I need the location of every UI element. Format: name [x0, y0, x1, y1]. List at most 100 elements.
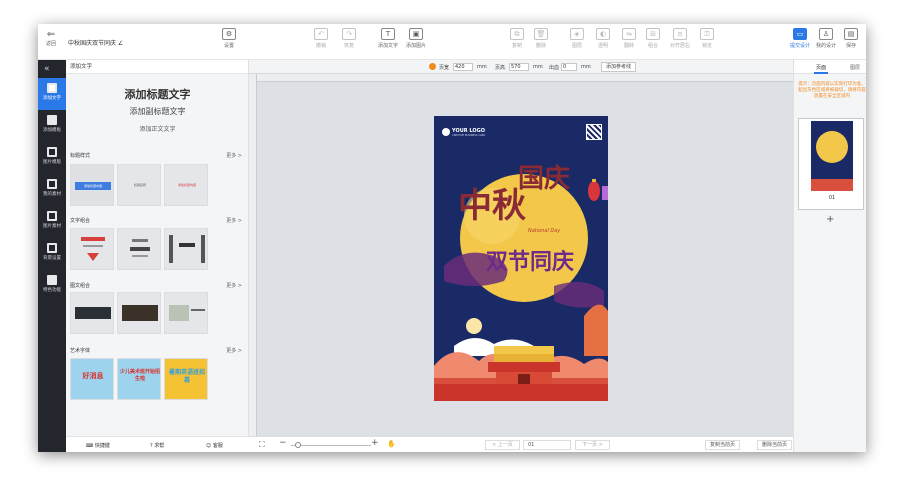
title-style-thumb[interactable]: 标题名称 [117, 164, 161, 206]
undo-label: 撤销 [315, 43, 326, 49]
document-title[interactable]: 中秋国庆双节同庆 ∠ [68, 38, 123, 47]
save-button[interactable]: ▤ 保存 [844, 28, 858, 49]
tab-pages[interactable]: 页面 [816, 64, 826, 71]
tab-layers[interactable]: 图层 [850, 64, 860, 71]
copy-button[interactable]: ⧉ 复制 [510, 28, 524, 49]
gear-icon: ⚙ [222, 28, 236, 40]
next-page-button[interactable]: 下一页 > [575, 440, 610, 450]
copy-page-button[interactable]: 复制当前页 [705, 440, 741, 450]
image-text-thumb[interactable] [70, 292, 114, 334]
redo-icon: ↷ [342, 28, 356, 40]
nav-label: 我的素材 [43, 192, 61, 197]
art-font-thumb[interactable]: 好消息 [70, 358, 114, 400]
image-icon [47, 211, 57, 221]
fit-screen-icon[interactable]: ⛶ [259, 440, 265, 450]
hand-tool-icon[interactable]: ✋ [387, 440, 396, 448]
nav-image-template[interactable]: 图片模版 [38, 142, 66, 174]
text-combo-thumb[interactable] [70, 228, 114, 270]
title-style-label: 标题名称 [133, 183, 146, 187]
combo-line [83, 245, 103, 247]
poster-en-text: National Day [528, 228, 561, 234]
poster-canvas[interactable]: YOUR LOGO CREATIVE BUSINESS CARD 中秋 国庆 N… [434, 116, 608, 401]
collapse-icon[interactable]: « [44, 64, 50, 74]
more-link[interactable]: 更多 > [226, 282, 242, 289]
layer-button[interactable]: ◈ 图层 [570, 28, 584, 49]
zoom-out-button[interactable]: − [279, 438, 287, 448]
canvas-area: 页宽 420 mm 页高 570 mm 出血 0 mm 添加参考线 YOUR L… [249, 60, 793, 452]
page-select[interactable]: 01 [523, 440, 571, 450]
redo-button[interactable]: ↷ 恢复 [342, 28, 356, 49]
poster-logo-subtext: CREATIVE BUSINESS CARD [452, 134, 486, 137]
back-button[interactable]: ⇐ 返回 [42, 29, 60, 48]
more-link[interactable]: 更多 > [226, 347, 242, 354]
page-height-input[interactable]: 570 [509, 63, 529, 71]
opacity-button[interactable]: ◐ 透明 [596, 28, 610, 49]
title-style-label: 添加标题内容 [75, 182, 111, 190]
combo-image [75, 307, 111, 319]
art-font-thumb[interactable]: 暑期英语班招募 [164, 358, 208, 400]
page-height-label: 页高 [495, 65, 506, 71]
app-window: ⇐ 返回 中秋国庆双节同庆 ∠ ⚙ 设置 ↶ 撤销 ↷ 恢复 T 添加文字 ▣ … [38, 24, 866, 452]
bleed-input[interactable]: 0 [561, 63, 577, 71]
section-label: 文字组合 [70, 218, 91, 224]
image-text-thumb[interactable] [117, 292, 161, 334]
save-label: 保存 [845, 43, 856, 49]
add-guide-button[interactable]: 添加参考线 [601, 62, 637, 72]
art-font-sample: 少儿美术班开始招生啦 [120, 369, 161, 382]
back-arrow-icon: ⇐ [46, 29, 56, 40]
shortcut-button[interactable]: ⌨ 快捷键 [86, 442, 110, 449]
nav-background[interactable]: 背景设置 [38, 238, 66, 270]
delete-button[interactable]: 🗑 删除 [534, 28, 548, 49]
help-label: 求帮 [154, 443, 165, 449]
image-icon: ▣ [409, 28, 423, 40]
add-image-button[interactable]: ▣ 添加图片 [406, 28, 426, 49]
ruler-top [257, 74, 793, 82]
nav-features[interactable]: 特色功能 [38, 270, 66, 302]
art-font-thumb[interactable]: 少儿美术班开始招生啦 [117, 358, 161, 400]
thumbnail-preview [811, 121, 853, 191]
more-link[interactable]: 更多 > [226, 217, 242, 224]
add-page-button[interactable]: + [826, 214, 834, 225]
combo-image [122, 305, 158, 321]
chart-icon [47, 179, 57, 189]
page-thumbnail[interactable]: 01 [798, 118, 864, 210]
prev-page-button[interactable]: < 上一页 [485, 440, 520, 450]
nav-image-assets[interactable]: 图片素材 [38, 206, 66, 238]
zoom-slider-track[interactable] [291, 445, 371, 446]
text-combo-thumb[interactable] [117, 228, 161, 270]
more-link[interactable]: 更多 > [226, 152, 242, 159]
submit-design-button[interactable]: ▭ 提交设计 [790, 28, 810, 49]
zoom-in-button[interactable]: + [371, 438, 379, 448]
page-width-input[interactable]: 420 [453, 63, 473, 71]
lock-button[interactable]: ⚿ 锁定 [700, 28, 714, 49]
nav-my-assets[interactable]: 我的素材 [38, 174, 66, 206]
top-toolbar: ⇐ 返回 中秋国庆双节同庆 ∠ ⚙ 设置 ↶ 撤销 ↷ 恢复 T 添加文字 ▣ … [38, 24, 866, 60]
add-heading-text[interactable]: 添加标题文字 [66, 86, 249, 102]
title-style-thumb[interactable]: 添加标题内容 [70, 164, 114, 206]
poster-heading-3: 双节同庆 [486, 249, 575, 275]
add-body-text[interactable]: 添加正文文字 [66, 124, 249, 133]
template-icon [47, 115, 57, 125]
text-combo-thumb[interactable] [164, 228, 208, 270]
delete-page-button[interactable]: 删除当前页 [757, 440, 793, 450]
add-image-label: 添加图片 [406, 43, 427, 49]
add-text-button[interactable]: T 添加文字 [378, 28, 398, 49]
nav-add-text[interactable]: 添加文字 [38, 78, 66, 110]
my-design-button[interactable]: ♙ 我的设计 [816, 28, 836, 49]
group-icon: ⊞ [646, 28, 660, 40]
canvas-bottom-bar: ⛶ − + ✋ < 上一页 01 下一页 > 复制当前页 删除当前页 [249, 436, 793, 452]
zoom-slider-handle[interactable] [295, 442, 301, 448]
help-button[interactable]: ? 求帮 [150, 442, 164, 449]
image-text-thumb[interactable] [164, 292, 208, 334]
nav-add-template[interactable]: 添加模板 [38, 110, 66, 142]
add-subheading-text[interactable]: 添加副标题文字 [66, 106, 249, 117]
qr-code-icon [586, 124, 602, 140]
group-button[interactable]: ⊞ 组合 [646, 28, 660, 49]
align-button[interactable]: ≡ 对齐居右 [670, 28, 690, 49]
section-label: 标题样式 [70, 153, 91, 159]
feedback-button[interactable]: ☺ 客服 [206, 442, 223, 449]
title-style-thumb[interactable]: 添加标题内容 [164, 164, 208, 206]
settings-button[interactable]: ⚙ 设置 [222, 28, 236, 49]
flip-button[interactable]: ⇋ 翻转 [622, 28, 636, 49]
undo-button[interactable]: ↶ 撤销 [314, 28, 328, 49]
